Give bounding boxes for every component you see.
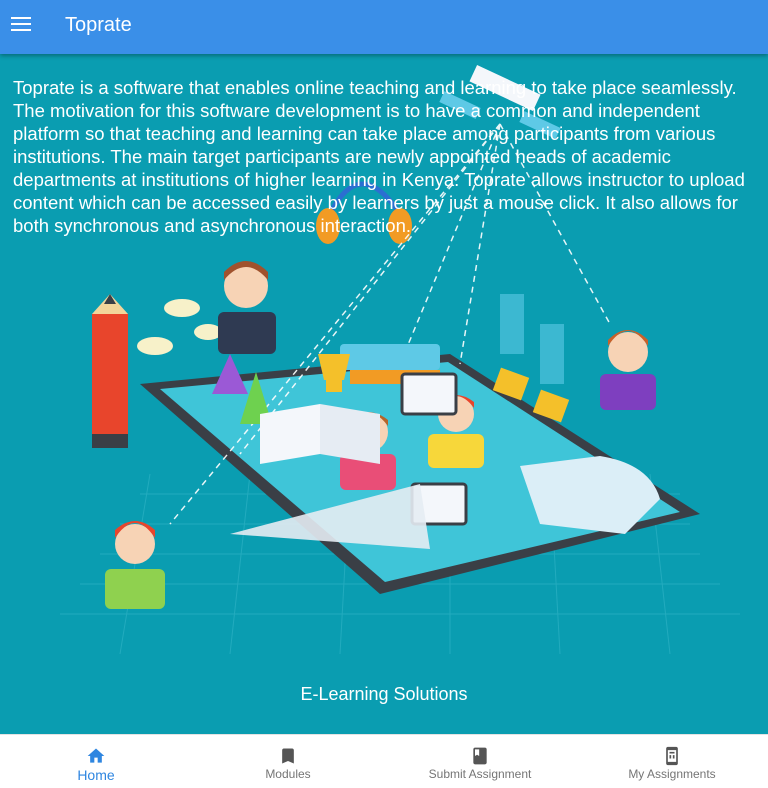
menu-icon[interactable] (11, 17, 31, 33)
nav-home-label: Home (77, 767, 115, 783)
assignment-icon (661, 745, 683, 767)
bottom-navigation: Home Modules Submit Assignment My Assign… (0, 734, 768, 788)
nav-submit-assignment[interactable]: Submit Assignment (384, 735, 576, 788)
nav-submit-assignment-label: Submit Assignment (428, 767, 532, 781)
app-title: Toprate (65, 14, 132, 36)
app-bar: Toprate (0, 0, 768, 54)
nav-modules[interactable]: Modules (192, 735, 384, 788)
book-icon (469, 745, 491, 767)
nav-my-assignments-label: My Assignments (628, 767, 716, 781)
nav-modules-label: Modules (265, 767, 311, 781)
intro-paragraph: Toprate is a software that enables onlin… (13, 77, 745, 236)
hero-banner: Toprate is a software that enables onlin… (0, 54, 768, 734)
nav-my-assignments[interactable]: My Assignments (576, 735, 768, 788)
home-icon (85, 745, 107, 767)
nav-home[interactable]: Home (0, 735, 192, 788)
bookmark-icon (277, 745, 299, 767)
banner-caption: E-Learning Solutions (300, 684, 468, 704)
